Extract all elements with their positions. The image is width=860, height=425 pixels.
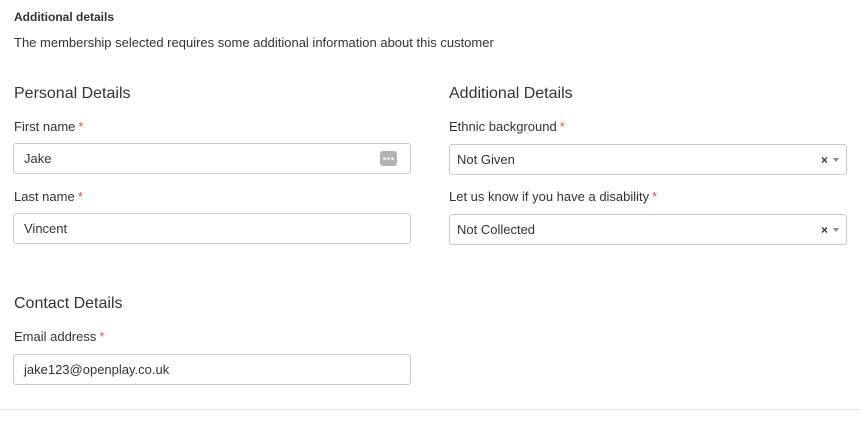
additional-details-heading: Additional Details	[449, 85, 573, 102]
ethnic-background-label-text: Ethnic background	[449, 119, 557, 134]
required-marker: *	[652, 189, 658, 204]
required-marker: *	[77, 189, 83, 204]
ethnic-background-value: Not Given	[457, 152, 515, 167]
first-name-value: Jake	[24, 151, 52, 166]
disability-select[interactable]: Not Collected ×	[449, 214, 847, 245]
first-name-field[interactable]: Jake	[13, 143, 411, 174]
ethnic-background-label: Ethnic background *	[449, 119, 565, 134]
chevron-down-icon[interactable]	[833, 158, 839, 162]
first-name-label-text: First name	[14, 119, 76, 134]
divider	[0, 409, 860, 410]
last-name-label-text: Last name	[14, 189, 75, 204]
required-marker: *	[559, 119, 565, 134]
form-title: Additional details	[14, 10, 115, 24]
email-label: Email address *	[14, 329, 104, 344]
email-label-text: Email address	[14, 329, 97, 344]
contact-details-heading: Contact Details	[14, 295, 123, 312]
disability-label-text: Let us know if you have a disability	[449, 189, 650, 204]
personal-details-heading: Personal Details	[14, 85, 131, 102]
clear-icon[interactable]: ×	[821, 223, 828, 237]
last-name-field[interactable]: Vincent	[13, 213, 411, 244]
form-description: The membership selected requires some ad…	[14, 35, 494, 50]
email-value: jake123@openplay.co.uk	[24, 362, 170, 377]
chevron-down-icon[interactable]	[833, 228, 839, 232]
email-field[interactable]: jake123@openplay.co.uk	[13, 354, 411, 385]
last-name-label: Last name *	[14, 189, 83, 204]
required-marker: *	[78, 119, 84, 134]
disability-label: Let us know if you have a disability *	[449, 189, 657, 204]
ethnic-background-select[interactable]: Not Given ×	[449, 144, 847, 175]
clear-icon[interactable]: ×	[821, 153, 828, 167]
last-name-value: Vincent	[24, 221, 68, 236]
required-marker: *	[99, 329, 105, 344]
ellipsis-icon[interactable]	[380, 151, 397, 166]
first-name-label: First name *	[14, 119, 83, 134]
disability-value: Not Collected	[457, 222, 536, 237]
